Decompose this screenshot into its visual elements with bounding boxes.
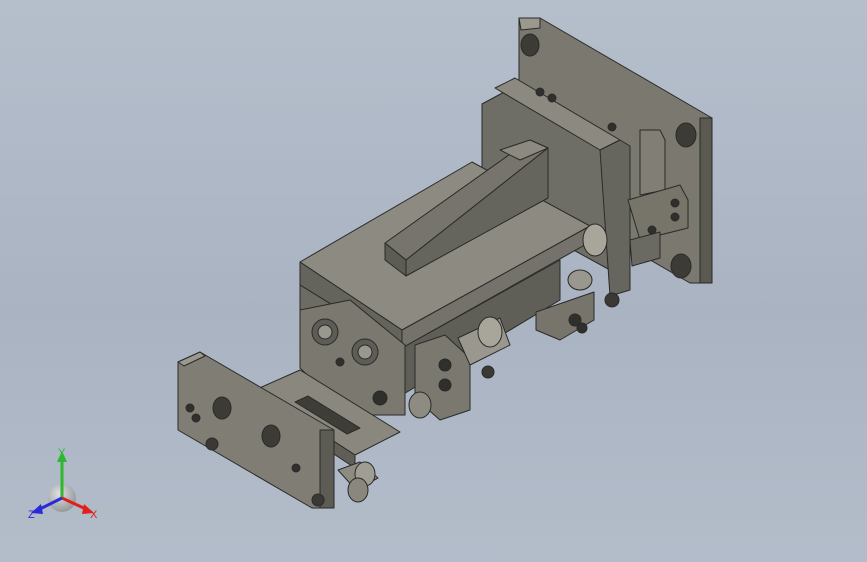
3d-viewport[interactable]: Y X Z	[0, 0, 867, 562]
front-roller[interactable]	[337, 461, 379, 503]
y-axis-label: Y	[58, 447, 66, 459]
view-orientation-triad[interactable]: Y X Z	[28, 446, 108, 522]
cad-model-view[interactable]	[0, 0, 867, 562]
z-axis-label: Z	[28, 509, 35, 521]
x-axis-label: X	[90, 509, 98, 521]
